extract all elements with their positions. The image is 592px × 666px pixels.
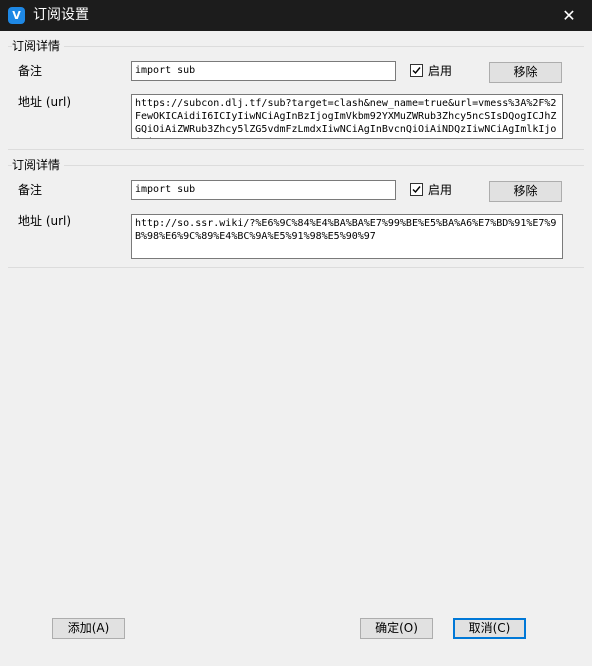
group-title: 订阅详情 [12, 157, 65, 173]
group-bottom-border [8, 149, 584, 150]
close-icon[interactable]: ✕ [546, 0, 592, 31]
checkmark-icon [412, 186, 421, 194]
checkmark-icon [412, 67, 421, 75]
add-button[interactable]: 添加(A) [52, 618, 125, 639]
dialog-client-area: 订阅详情 备注 import sub 启用 移除 地址 (url) https:… [4, 31, 588, 662]
group-title: 订阅详情 [12, 38, 65, 54]
checkbox-box[interactable] [410, 64, 423, 77]
group-divider [8, 46, 584, 47]
group-bottom-border [8, 267, 584, 268]
subscription-group-2: 订阅详情 备注 import sub 启用 移除 地址 (url) http:/… [4, 157, 588, 269]
enabled-label: 启用 [428, 64, 453, 78]
remark-label: 备注 [18, 64, 43, 78]
checkbox-box[interactable] [410, 183, 423, 196]
remove-button[interactable]: 移除 [489, 62, 562, 83]
cancel-button[interactable]: 取消(C) [453, 618, 526, 639]
remark-input[interactable]: import sub [131, 180, 396, 200]
enabled-checkbox[interactable]: 启用 [410, 182, 470, 198]
ok-button[interactable]: 确定(O) [360, 618, 433, 639]
group-divider [8, 165, 584, 166]
title-bar[interactable]: V 订阅设置 ✕ [0, 0, 592, 31]
remove-button[interactable]: 移除 [489, 181, 562, 202]
address-label: 地址 (url) [18, 214, 72, 228]
window-title: 订阅设置 [33, 7, 89, 23]
remark-input[interactable]: import sub [131, 61, 396, 81]
subscription-settings-window: V 订阅设置 ✕ 订阅详情 备注 import sub 启用 移除 地址 (ur… [0, 0, 592, 666]
subscription-group-1: 订阅详情 备注 import sub 启用 移除 地址 (url) https:… [4, 38, 588, 150]
enabled-checkbox[interactable]: 启用 [410, 63, 470, 79]
address-label: 地址 (url) [18, 95, 72, 109]
remark-label: 备注 [18, 183, 43, 197]
address-textarea[interactable]: https://subcon.dlj.tf/sub?target=clash&n… [131, 94, 563, 139]
enabled-label: 启用 [428, 183, 453, 197]
v-app-icon: V [8, 7, 25, 24]
address-textarea[interactable]: http://so.ssr.wiki/?%E6%9C%84%E4%BA%BA%E… [131, 214, 563, 259]
